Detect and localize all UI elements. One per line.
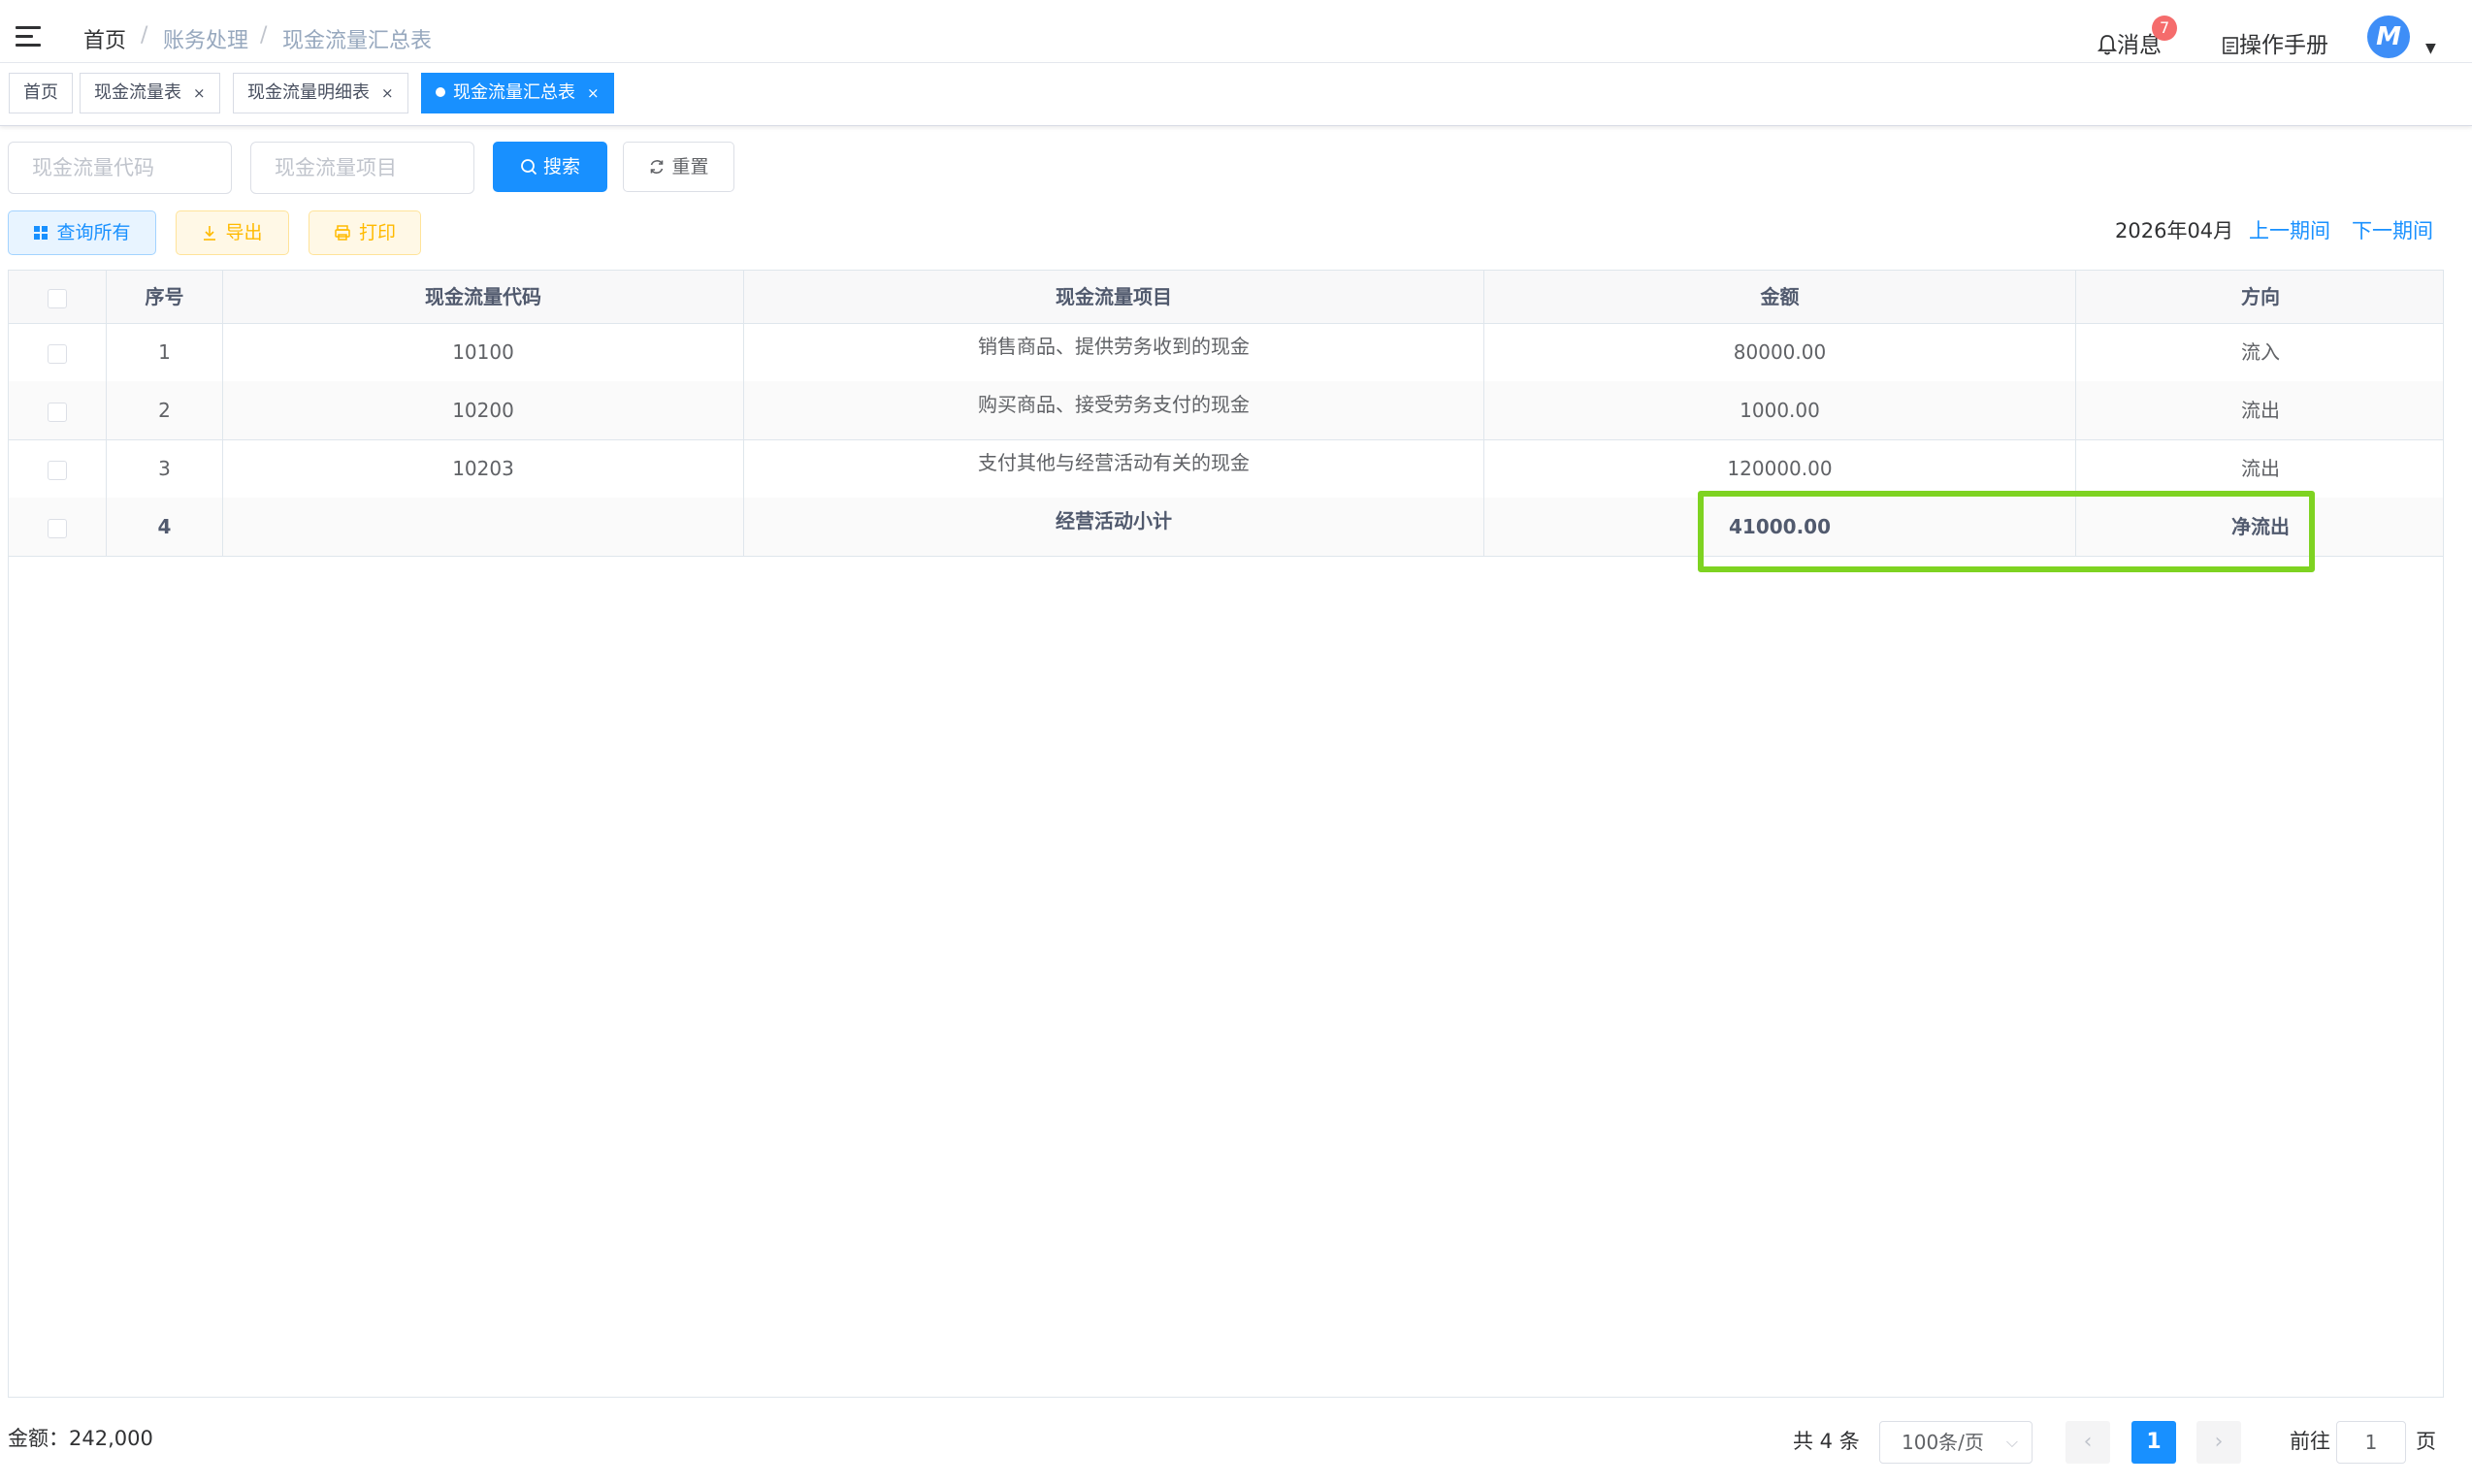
row-direction: 流出 — [2241, 457, 2280, 480]
table-row[interactable]: 1 10100 销售商品、提供劳务收到的现金 80000.00 流入 — [9, 323, 2443, 382]
hamburger-menu-icon[interactable] — [16, 26, 41, 48]
tab-label: 现金流量明细表 — [247, 82, 370, 103]
breadcrumb-separator: / — [260, 23, 268, 48]
row-direction: 流入 — [2241, 340, 2280, 364]
prev-page-button[interactable]: ‹ — [2065, 1421, 2110, 1464]
cashflow-item-input[interactable]: 现金流量项目 — [250, 142, 474, 194]
tab-home[interactable]: 首页 — [9, 73, 73, 113]
table-row[interactable]: 2 10200 购买商品、接受劳务支付的现金 1000.00 流出 — [9, 381, 2443, 440]
row-select[interactable] — [9, 498, 107, 556]
row-amount: 80000.00 — [1484, 323, 2076, 381]
page-size-select[interactable]: 100条/页 ⌵ — [1879, 1421, 2033, 1464]
page-number-current[interactable]: 1 — [2131, 1421, 2176, 1464]
caret-down-icon[interactable]: ▼ — [2425, 41, 2436, 56]
reset-label: 重置 — [671, 156, 709, 177]
download-icon — [204, 226, 216, 241]
reset-button[interactable]: 重置 — [623, 142, 734, 192]
highlight-box — [1698, 491, 2315, 572]
query-all-label: 查询所有 — [56, 222, 131, 243]
table-row[interactable]: 3 10203 支付其他与经营活动有关的现金 120000.00 流出 — [9, 439, 2443, 499]
next-page-button[interactable]: › — [2196, 1421, 2241, 1464]
row-item: 购买商品、接受劳务支付的现金 — [744, 381, 1484, 439]
notifications-badge: 7 — [2152, 16, 2178, 41]
total-amount: 金额：242,000 — [8, 1427, 153, 1450]
close-icon[interactable]: × — [193, 84, 206, 102]
total-count: 共 4 条 — [1793, 1430, 1860, 1453]
close-icon[interactable]: × — [381, 84, 394, 102]
column-header-item: 现金流量项目 — [744, 271, 1484, 323]
query-all-button[interactable]: 查询所有 — [8, 210, 156, 255]
print-button[interactable]: 打印 — [309, 210, 421, 255]
row-checkbox[interactable] — [48, 518, 67, 538]
breadcrumb-accounting[interactable]: 账务处理 — [163, 23, 248, 54]
column-header-amount: 金额 — [1484, 271, 2076, 323]
row-amount: 1000.00 — [1484, 381, 2076, 439]
header-select-all[interactable] — [9, 271, 107, 323]
table-header-row: 序号 现金流量代码 现金流量项目 金额 方向 — [9, 271, 2443, 324]
refresh-icon — [651, 160, 664, 174]
row-no: 2 — [107, 381, 223, 439]
row-no: 3 — [107, 439, 223, 498]
next-period-link[interactable]: 下一期间 — [2352, 215, 2433, 244]
breadcrumb-current: 现金流量汇总表 — [282, 29, 433, 53]
tab-label: 现金流量表 — [94, 82, 181, 103]
row-code: 10100 — [223, 323, 744, 381]
user-avatar[interactable]: M — [2367, 16, 2410, 58]
manual-button[interactable]: 操作手册 — [2222, 26, 2328, 59]
tab-label: 现金流量汇总表 — [453, 82, 575, 103]
row-code: 10203 — [223, 439, 744, 498]
document-icon — [2223, 37, 2238, 54]
column-header-no: 序号 — [107, 271, 223, 323]
search-button[interactable]: 搜索 — [493, 142, 607, 192]
tab-cashflow-summary[interactable]: 现金流量汇总表 × — [421, 73, 614, 113]
row-select[interactable] — [9, 381, 107, 439]
row-item: 销售商品、提供劳务收到的现金 — [744, 323, 1484, 381]
print-label: 打印 — [358, 222, 396, 243]
row-select[interactable] — [9, 439, 107, 498]
row-item: 经营活动小计 — [744, 498, 1484, 556]
search-label: 搜索 — [542, 156, 580, 177]
export-button[interactable]: 导出 — [176, 210, 289, 255]
prev-period-link[interactable]: 上一期间 — [2249, 215, 2330, 244]
row-code: 10200 — [223, 381, 744, 439]
export-label: 导出 — [225, 222, 263, 243]
row-no: 1 — [107, 323, 223, 381]
row-checkbox[interactable] — [48, 343, 67, 364]
goto-label: 前往 — [2290, 1430, 2330, 1453]
row-checkbox[interactable] — [48, 402, 67, 422]
chevron-down-icon: ⌵ — [2005, 1433, 2018, 1451]
column-header-direction: 方向 — [2241, 285, 2280, 308]
active-dot-icon — [436, 87, 445, 97]
tab-cashflow-detail[interactable]: 现金流量明细表 × — [233, 73, 408, 113]
row-select[interactable] — [9, 323, 107, 381]
current-period: 2026年04月 — [2115, 219, 2234, 242]
tab-cashflow-statement[interactable]: 现金流量表 × — [80, 73, 220, 113]
chevron-right-icon: › — [2214, 1430, 2224, 1454]
chevron-left-icon: ‹ — [2083, 1430, 2093, 1454]
breadcrumb-separator: / — [141, 23, 148, 48]
cashflow-summary-table: 序号 现金流量代码 现金流量项目 金额 方向 1 10100 销售商品、提供劳务… — [8, 270, 2444, 1398]
close-icon[interactable]: × — [587, 84, 600, 102]
breadcrumb-home[interactable]: 首页 — [83, 23, 126, 54]
select-all-checkbox[interactable] — [48, 288, 67, 308]
search-icon — [521, 159, 537, 176]
row-amount: 120000.00 — [1484, 439, 2076, 498]
row-code — [223, 498, 744, 556]
bell-icon — [2097, 35, 2118, 55]
grid-icon — [34, 226, 49, 240]
cashflow-code-input[interactable]: 现金流量代码 — [8, 142, 232, 194]
goto-page-input[interactable]: 1 — [2336, 1421, 2406, 1464]
manual-label: 操作手册 — [2239, 33, 2328, 58]
row-item: 支付其他与经营活动有关的现金 — [744, 439, 1484, 498]
column-header-code: 现金流量代码 — [223, 271, 744, 323]
printer-icon — [335, 225, 350, 241]
row-direction: 流出 — [2241, 399, 2280, 422]
row-no: 4 — [107, 498, 223, 556]
page-size-value: 100条/页 — [1902, 1431, 1984, 1454]
page-unit-label: 页 — [2416, 1430, 2436, 1453]
row-checkbox[interactable] — [48, 460, 67, 480]
tab-label: 首页 — [23, 82, 58, 103]
